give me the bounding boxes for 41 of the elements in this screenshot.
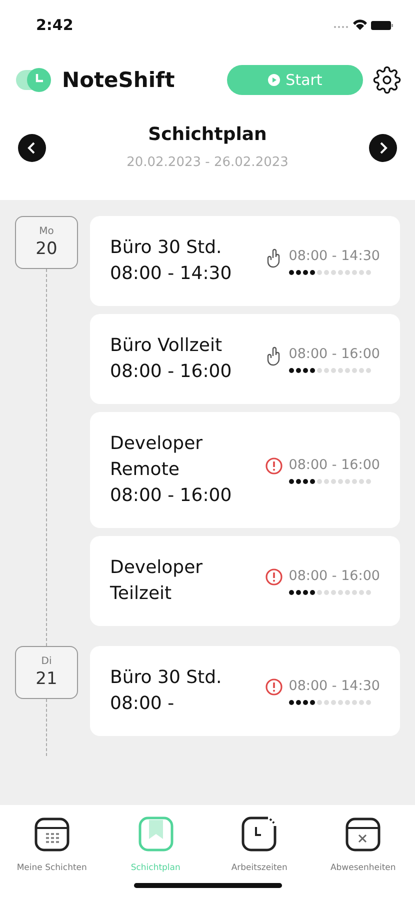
shift-time: 08:00 - 16:00 bbox=[288, 568, 380, 584]
page-title: Schichtplan bbox=[148, 124, 267, 145]
shift-title: Büro 30 Std. 08:00 - bbox=[110, 666, 223, 716]
chevron-right-icon bbox=[378, 142, 388, 154]
tab-bar-item[interactable]: Arbeitszeiten bbox=[208, 815, 312, 873]
chevron-left-icon bbox=[27, 142, 37, 154]
shift-title: Büro Vollzeit 08:00 - 16:00 bbox=[110, 334, 233, 384]
settings-icon[interactable] bbox=[373, 66, 401, 94]
day-number: 20 bbox=[36, 239, 58, 259]
clock-icon bbox=[240, 815, 278, 853]
calendar-icon bbox=[32, 815, 71, 853]
alert-icon bbox=[264, 678, 283, 696]
play-icon bbox=[268, 74, 280, 86]
next-week-button[interactable] bbox=[369, 134, 397, 162]
shift-card[interactable]: Büro 30 Std. 08:00 - 14:30 08:00 - 14:30 bbox=[90, 216, 400, 306]
shift-title: Developer Remote 08:00 - 16:00 bbox=[110, 432, 233, 508]
alert-icon bbox=[264, 456, 283, 474]
shift-time: 08:00 - 14:30 bbox=[288, 248, 380, 264]
day-number: 21 bbox=[36, 669, 58, 689]
shift-card[interactable]: Büro Vollzeit 08:00 - 16:00 08:00 - 16:00 bbox=[90, 314, 400, 404]
weekday-label: Di bbox=[41, 656, 52, 667]
alert-icon bbox=[264, 568, 283, 586]
status-time: 2:42 bbox=[36, 16, 74, 34]
calendar-x-icon bbox=[344, 815, 382, 853]
previous-week-button[interactable] bbox=[18, 134, 46, 162]
shift-time: 08:00 - 16:00 bbox=[288, 456, 380, 472]
logo-icon bbox=[16, 67, 52, 93]
shift-time: 08:00 - 14:30 bbox=[288, 678, 380, 694]
shift-time: 08:00 - 16:00 bbox=[288, 346, 380, 362]
status-icons bbox=[333, 18, 393, 32]
shift-title: Developer Teilzeit bbox=[110, 556, 204, 606]
date-range: 20.02.2023 - 26.02.2023 bbox=[126, 155, 288, 170]
tab-bar-item[interactable]: Abwesenheiten bbox=[311, 815, 415, 873]
bookmark-icon bbox=[136, 815, 175, 853]
shift-title: Büro 30 Std. 08:00 - 14:30 bbox=[110, 236, 233, 286]
shift-card[interactable]: Developer Teilzeit 08:00 - 16:00 bbox=[90, 536, 400, 626]
shift-card[interactable]: Developer Remote 08:00 - 16:00 08:00 - 16:00 bbox=[90, 412, 400, 528]
app-name: NoteShift bbox=[62, 68, 176, 92]
shift-card[interactable]: Büro 30 Std. 08:00 - 08:00 - 14:30 bbox=[90, 646, 400, 736]
tab-bar-item[interactable]: Meine Schichten bbox=[0, 815, 104, 873]
weekday-label: Mo bbox=[39, 226, 54, 237]
